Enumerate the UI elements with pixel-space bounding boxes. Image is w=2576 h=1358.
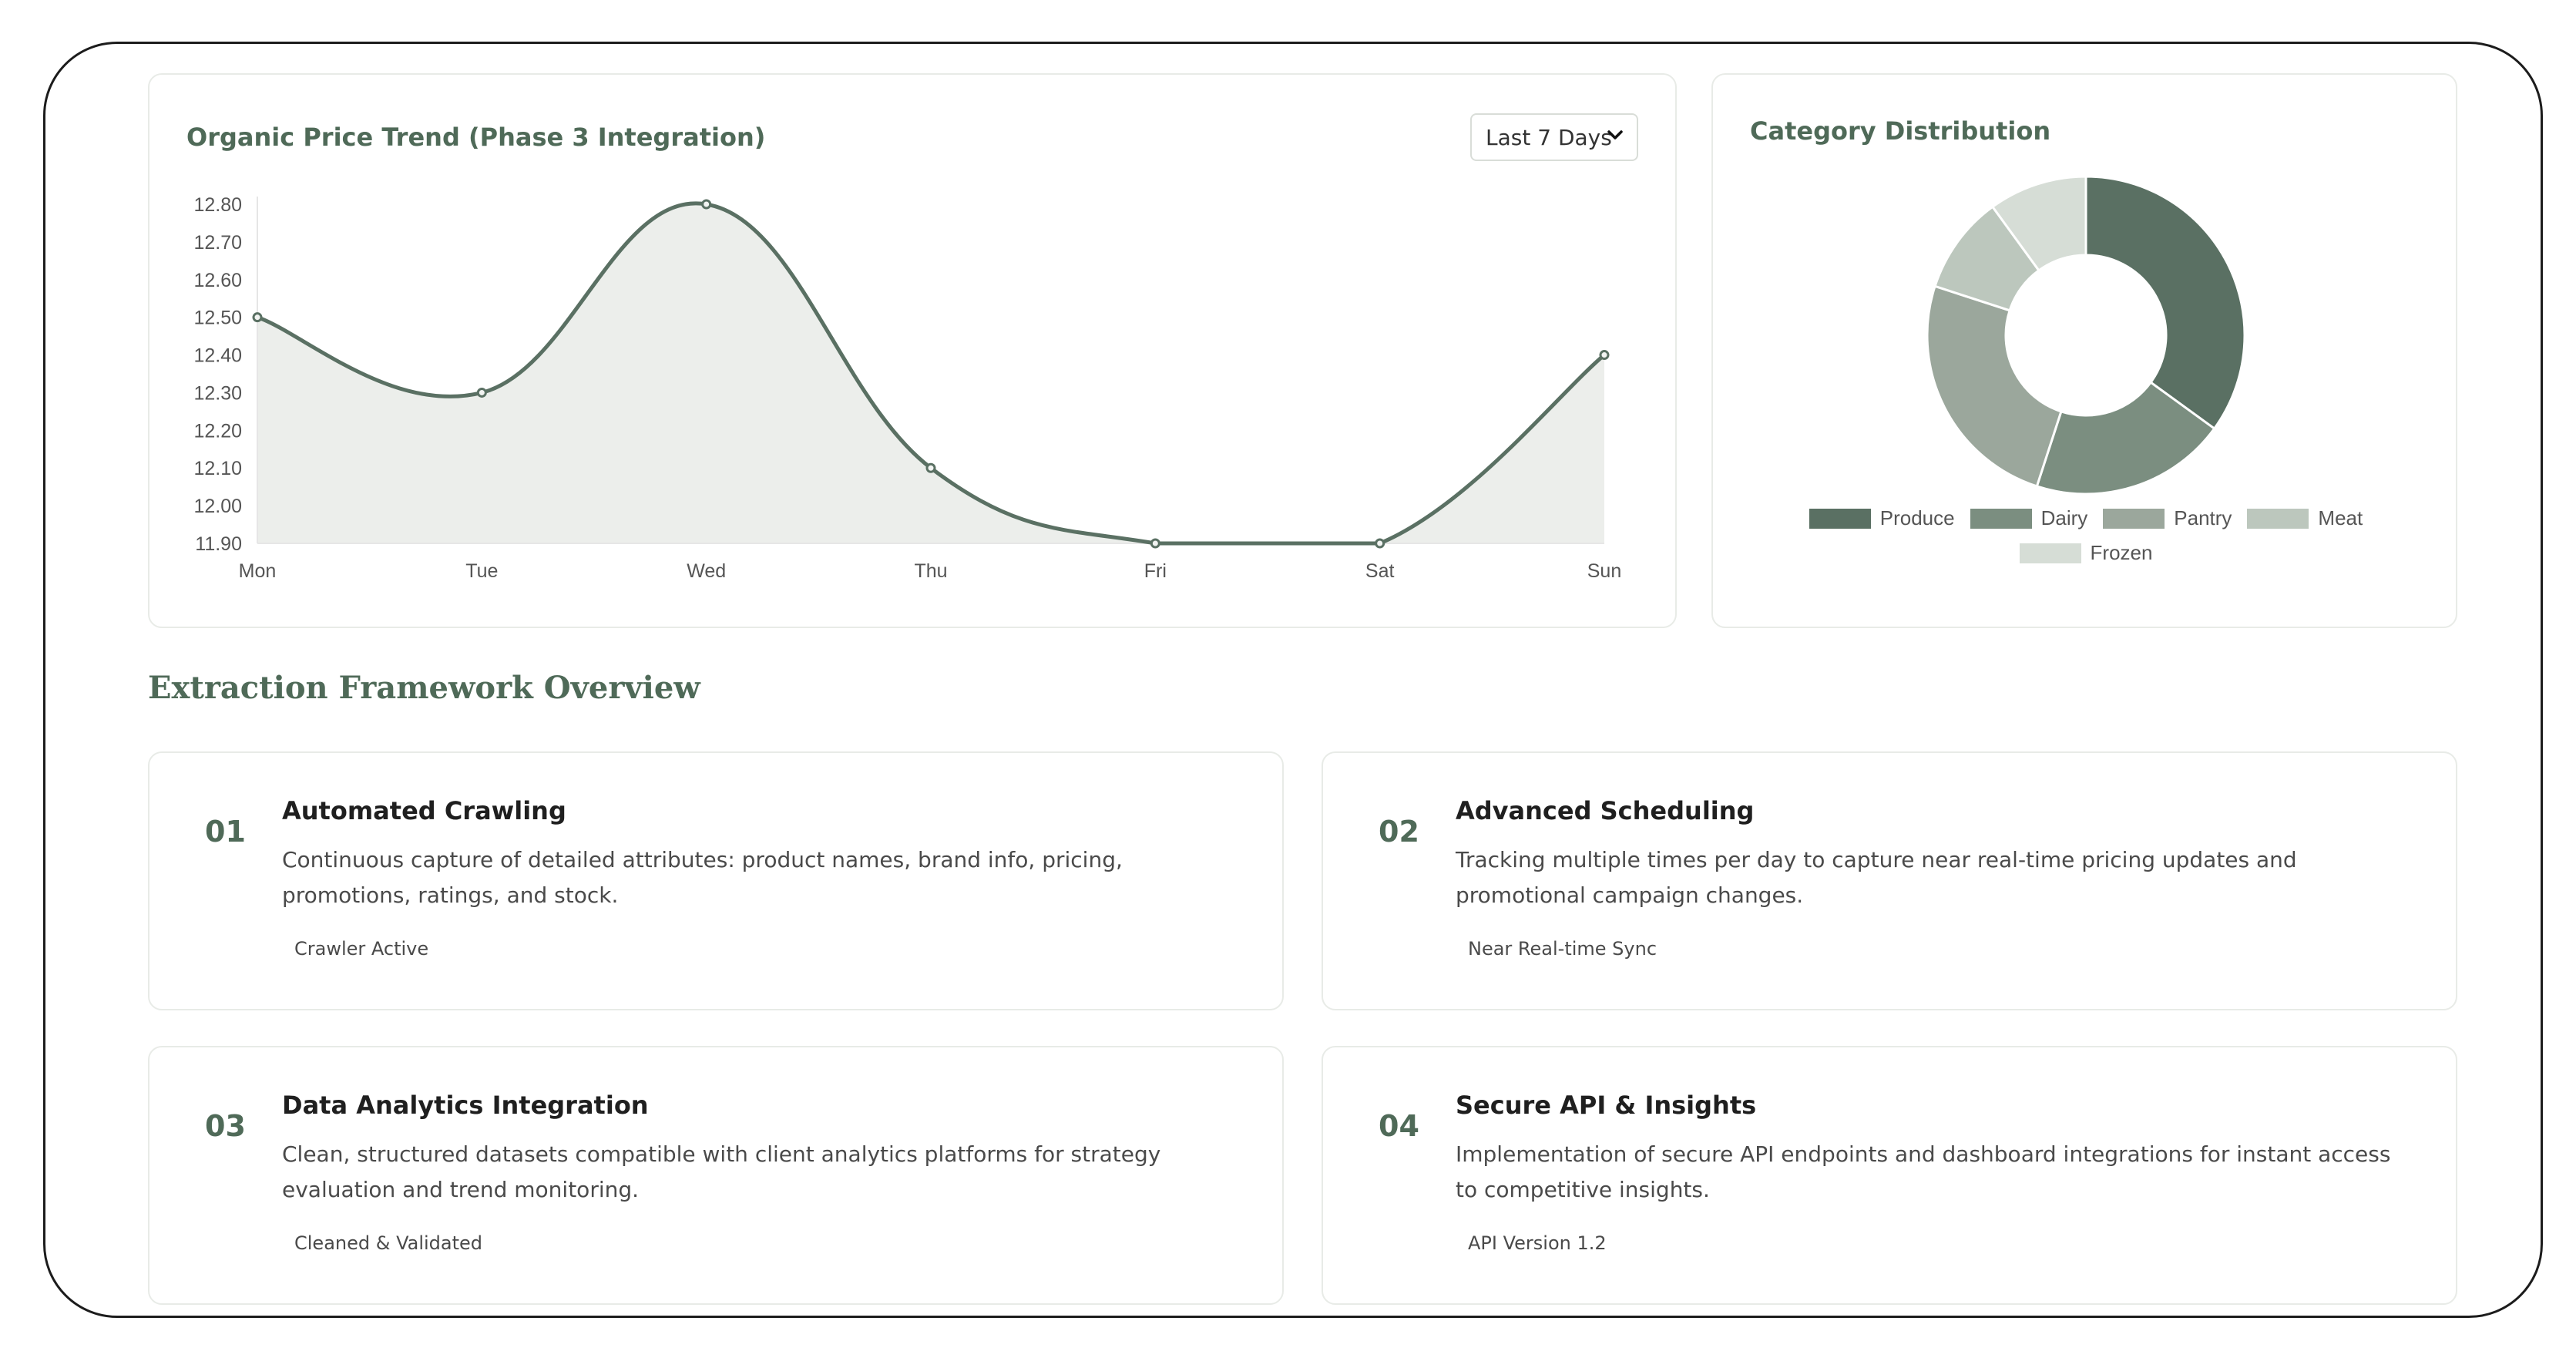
feature-number: 04 bbox=[1379, 1109, 1419, 1143]
feature-description: Tracking multiple times per day to captu… bbox=[1456, 847, 2297, 908]
x-tick-label: Tue bbox=[465, 560, 498, 582]
legend-swatch bbox=[2103, 508, 2165, 529]
date-range-select[interactable]: Last 7 Days bbox=[1470, 113, 1638, 161]
feature-number: 01 bbox=[205, 815, 246, 849]
y-tick-label: 12.80 bbox=[193, 194, 242, 216]
series-area-fill bbox=[257, 203, 1604, 543]
price-trend-chart: 12.80 12.70 12.60 12.50 12.40 12.30 12.20 12.10… bbox=[193, 194, 1621, 582]
donut-slice-pantry bbox=[1926, 284, 2063, 488]
legend-swatch bbox=[2247, 508, 2309, 529]
feature-status-badge: Near Real-time Sync bbox=[1468, 938, 1657, 960]
data-point bbox=[252, 312, 263, 323]
feature-title: Data Analytics Integration bbox=[282, 1091, 649, 1120]
y-tick-label: 11.90 bbox=[195, 533, 242, 555]
legend-label: Produce bbox=[1879, 506, 1955, 529]
feature-card: 03 Data Analytics Integration Clean, str… bbox=[148, 1046, 1284, 1305]
feature-status-badge: Cleaned & Validated bbox=[294, 1232, 483, 1254]
feature-title: Automated Crawling bbox=[282, 796, 566, 825]
feature-description: Clean, structured datasets compatible wi… bbox=[282, 1141, 1161, 1202]
price-trend-card: 12.80 12.70 12.60 12.50 12.40 12.30 12.20 12.10… bbox=[148, 73, 1677, 628]
donut-slice-produce bbox=[2084, 175, 2246, 431]
feature-description: Continuous capture of detailed attribute… bbox=[282, 847, 1123, 908]
data-point bbox=[925, 462, 936, 473]
x-tick-label: Thu bbox=[914, 560, 947, 582]
legend-label: Pantry bbox=[2174, 506, 2232, 529]
price-trend-title: Organic Price Trend (Phase 3 Integration… bbox=[186, 123, 766, 152]
data-point bbox=[701, 199, 712, 210]
feature-card: 04 Secure API & Insights Implementation … bbox=[1322, 1046, 2457, 1305]
chevron-down-icon bbox=[1607, 130, 1623, 139]
legend-swatch bbox=[1970, 508, 2032, 529]
y-tick-label: 12.20 bbox=[193, 420, 242, 442]
legend-item-dairy[interactable]: Dairy bbox=[1970, 506, 2088, 530]
data-point bbox=[476, 387, 487, 398]
legend-item-produce[interactable]: Produce bbox=[1809, 506, 1955, 530]
overview-section-title: Extraction Framework Overview bbox=[148, 670, 700, 706]
y-tick-label: 12.50 bbox=[193, 308, 242, 329]
feature-title: Secure API & Insights bbox=[1456, 1091, 1757, 1120]
x-tick-label: Fri bbox=[1144, 560, 1167, 582]
x-tick-label: Sat bbox=[1365, 560, 1395, 582]
legend-item-meat[interactable]: Meat bbox=[2247, 506, 2363, 530]
data-point bbox=[1150, 538, 1160, 549]
y-tick-label: 12.10 bbox=[193, 458, 242, 479]
y-tick-label: 12.70 bbox=[193, 232, 242, 254]
category-distribution-card: Category Distribution Produce Dairy Pantry… bbox=[1711, 73, 2457, 628]
y-tick-label: 12.00 bbox=[193, 496, 242, 517]
date-range-value: Last 7 Days bbox=[1486, 124, 1612, 150]
data-point bbox=[1599, 350, 1610, 361]
feature-card: 01 Automated Crawling Continuous capture… bbox=[148, 751, 1284, 1010]
x-tick-label: Wed bbox=[687, 560, 726, 582]
feature-number: 03 bbox=[205, 1109, 246, 1143]
legend-label: Dairy bbox=[2040, 506, 2088, 529]
feature-description: Implementation of secure API endpoints a… bbox=[1456, 1141, 2391, 1202]
feature-card: 02 Advanced Scheduling Tracking multiple… bbox=[1322, 751, 2457, 1010]
y-tick-label: 12.30 bbox=[193, 382, 242, 404]
page-frame: 12.80 12.70 12.60 12.50 12.40 12.30 12.20 12.10… bbox=[43, 42, 2543, 1318]
feature-title: Advanced Scheduling bbox=[1456, 796, 1755, 825]
legend-label: Frozen bbox=[2090, 541, 2153, 564]
data-point bbox=[1375, 538, 1385, 549]
feature-number: 02 bbox=[1379, 815, 1419, 849]
donut-legend: Produce Dairy Pantry Meat Frozen bbox=[1713, 506, 2459, 565]
y-tick-label: 12.40 bbox=[193, 345, 242, 367]
legend-swatch bbox=[1809, 508, 1871, 529]
feature-status-badge: API Version 1.2 bbox=[1468, 1232, 1607, 1254]
feature-status-badge: Crawler Active bbox=[294, 938, 429, 960]
x-tick-label: Sun bbox=[1587, 560, 1621, 582]
legend-item-frozen[interactable]: Frozen bbox=[2019, 541, 2153, 565]
y-tick-label: 12.60 bbox=[193, 270, 242, 291]
legend-swatch bbox=[2019, 543, 2081, 563]
x-tick-label: Mon bbox=[239, 560, 277, 582]
legend-item-pantry[interactable]: Pantry bbox=[2103, 506, 2232, 530]
category-distribution-title: Category Distribution bbox=[1750, 116, 2051, 146]
legend-label: Meat bbox=[2318, 506, 2363, 529]
